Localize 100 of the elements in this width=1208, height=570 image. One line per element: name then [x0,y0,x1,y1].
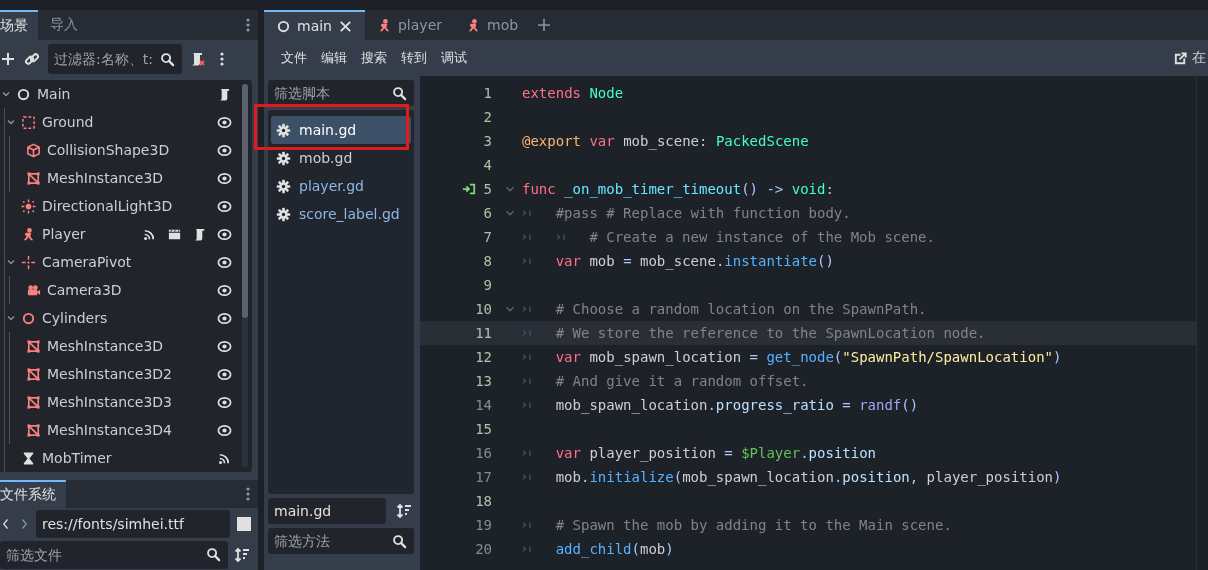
node-name[interactable]: CameraPivot [42,254,132,271]
code-line: mob.initialize(mob_spawn_location.position, player_position) [555,469,1062,485]
eye-icon[interactable] [217,170,232,186]
node-name[interactable]: DirectionalLight3D [42,198,173,215]
line-number: 6 [483,205,492,221]
script-name: player.gd [299,178,364,194]
add-icon[interactable] [536,17,553,33]
script-list-item[interactable]: player.gd [271,172,411,200]
script-name: score_label.gd [299,206,400,222]
path-field[interactable]: res://fonts/simhei.ttf [36,509,230,538]
eye-icon[interactable] [217,310,232,326]
line-number: 10 [475,301,492,317]
node-name[interactable]: Ground [42,114,94,131]
code-line: func _on_mob_timer_timeout() -> void: [522,181,834,197]
line-number: 17 [475,469,492,485]
node-name[interactable]: Player [42,226,86,243]
line-number: 1 [483,85,492,101]
node-name[interactable]: MobTimer [42,450,112,467]
eye-icon[interactable] [217,198,232,214]
circle-icon [21,310,36,326]
eye-icon[interactable] [217,114,232,130]
eye-icon[interactable] [217,254,232,270]
tab-marker-icon [521,303,533,315]
script-icon[interactable] [192,226,207,242]
tab-marker-icon [521,231,533,243]
script-remove-icon[interactable] [190,51,206,68]
tab-marker-icon [521,399,533,411]
node-name[interactable]: MeshInstance3D2 [47,366,172,383]
line-number: 11 [475,325,492,341]
menu-item[interactable]: 调试 [434,49,474,67]
tab-marker-icon [521,543,533,555]
gear-icon [276,122,291,138]
line-number: 3 [483,133,492,149]
line-number: 4 [483,157,492,173]
code-line: extends Node [522,85,624,101]
eye-icon[interactable] [217,282,232,298]
script-icon[interactable] [217,86,232,102]
node-name[interactable]: MeshInstance3D [47,170,164,187]
close-icon[interactable] [338,18,353,34]
scrollbar[interactable] [242,84,248,469]
gear-icon [276,150,291,166]
code-line: # And give it a random offset. [555,373,809,389]
line-number: 18 [475,493,492,509]
script-list-item[interactable]: main.gd [271,116,411,144]
tab-marker-icon [521,447,533,459]
editor-tab[interactable]: player [365,10,454,40]
eye-icon[interactable] [217,366,232,382]
menu-item[interactable]: 文件 [274,49,314,67]
square-icon[interactable] [236,515,252,532]
code-line: # We store the reference to the SpawnLocation node. [555,325,986,341]
eye-icon[interactable] [217,338,232,354]
menu-item[interactable]: 搜索 [354,49,394,67]
script-list-item[interactable]: mob.gd [271,144,411,172]
filter-field[interactable]: 筛选方法 [268,528,414,554]
editor-tab[interactable]: mob [454,10,531,40]
hourglass-icon [21,450,36,466]
connected-signal-icon[interactable] [461,182,476,196]
gear-icon [276,178,291,194]
filter-field[interactable]: 筛选脚本 [268,80,414,106]
code-line: # Create a new instance of the Mob scene. [589,229,935,245]
eye-icon[interactable] [217,394,232,410]
line-number: 16 [475,445,492,461]
online-docs-button[interactable]: 在 [1173,49,1206,67]
menu-item[interactable]: 编辑 [314,49,354,67]
eye-icon[interactable] [217,422,232,438]
script-list[interactable]: main.gd mob.gd player.gd score_label.gd [268,110,414,494]
code-line: var mob_spawn_location = get_node("SpawnPath/SpawnLocation") [555,349,1062,365]
line-number: 9 [483,277,492,293]
sort-icon[interactable] [234,546,250,563]
eye-icon[interactable] [217,226,232,242]
tab-marker-icon [521,327,533,339]
line-number: 12 [475,349,492,365]
script-list-item[interactable]: score_label.gd [271,200,411,228]
sort-icon[interactable] [396,503,412,519]
node-name[interactable]: MeshInstance3D4 [47,422,172,439]
node-name[interactable]: Camera3D [47,282,122,299]
dock-tab[interactable]: 导入 [38,10,88,40]
tab-marker-icon [521,375,533,387]
line-number: 15 [475,421,492,437]
sun-icon [21,198,36,214]
add-icon[interactable] [0,51,16,68]
dock-tab[interactable]: 场景 [0,10,38,40]
mesh-icon [26,170,41,186]
filter-field[interactable]: 过滤器:名称、t: [48,44,182,75]
node-name[interactable]: CollisionShape3D [47,142,170,159]
current-script-label: main.gd [268,498,386,524]
node-name[interactable]: MeshInstance3D3 [47,394,172,411]
script-name: mob.gd [299,150,353,166]
dock-tab[interactable]: 文件系统 [0,480,66,509]
node-name[interactable]: Main [37,86,71,103]
node-name[interactable]: Cylinders [42,310,108,327]
running-figure-icon [377,17,392,33]
node-name[interactable]: MeshInstance3D [47,338,164,355]
link-icon[interactable] [24,51,40,68]
menu-item[interactable]: 转到 [394,49,434,67]
code-line: @export var mob_scene: PackedScene [522,133,809,149]
circle-icon [16,86,31,102]
eye-icon[interactable] [217,142,232,158]
editor-tab[interactable]: main [264,10,365,40]
filter-field[interactable]: 筛选文件 [0,540,228,569]
